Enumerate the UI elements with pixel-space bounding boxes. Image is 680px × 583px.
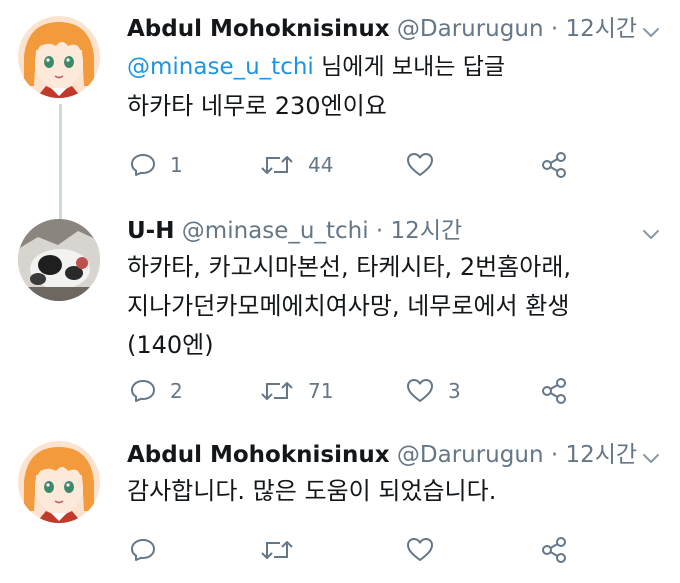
- tweet-header: Abdul Mohoknisinux @Darurugun · 12시간: [127, 440, 637, 470]
- author-name[interactable]: Abdul Mohoknisinux: [127, 442, 390, 468]
- like-button[interactable]: [406, 150, 448, 180]
- tweet-actions: 1 44: [130, 150, 600, 180]
- reply-button[interactable]: [130, 535, 170, 565]
- tweet-time[interactable]: 12시간: [391, 218, 463, 244]
- retweet-icon: [260, 152, 294, 178]
- share-button[interactable]: [540, 150, 568, 180]
- tweet-time[interactable]: 12시간: [565, 442, 637, 468]
- like-button[interactable]: 3: [406, 376, 461, 406]
- tweet[interactable]: Abdul Mohoknisinux @Darurugun · 12시간 감사합…: [0, 435, 680, 583]
- retweet-button[interactable]: 71: [260, 376, 333, 406]
- reply-mention-link[interactable]: @minase_u_tchi: [127, 54, 314, 80]
- avatar[interactable]: [18, 441, 100, 523]
- tweet-text-line: 지나가던카모메에치여사망, 네무로에서 환생: [127, 292, 570, 320]
- share-button[interactable]: [540, 376, 568, 406]
- retweet-icon: [260, 378, 294, 404]
- author-handle[interactable]: @Darurugun: [397, 442, 544, 468]
- chevron-down-icon[interactable]: [640, 22, 662, 44]
- like-button[interactable]: [406, 535, 448, 565]
- author-handle[interactable]: @Darurugun: [397, 16, 544, 42]
- tweet-text-line: (140엔): [127, 331, 214, 359]
- heart-icon: [406, 537, 434, 563]
- tweet-text-line: 하카타, 카고시마본선, 타케시타, 2번홈아래,: [127, 253, 572, 281]
- retweet-icon: [260, 537, 294, 563]
- chevron-down-icon[interactable]: [640, 224, 662, 246]
- heart-icon: [406, 378, 434, 404]
- reply-button[interactable]: 2: [130, 376, 183, 406]
- share-icon: [540, 377, 568, 405]
- retweet-count: 71: [308, 379, 334, 403]
- chevron-down-icon[interactable]: [640, 448, 662, 470]
- retweet-button[interactable]: 44: [260, 150, 333, 180]
- tweet-actions: 2 71 3: [130, 376, 600, 406]
- heart-icon: [406, 152, 434, 178]
- tweet[interactable]: U-H @minase_u_tchi · 12시간 하카타, 카고시마본선, 타…: [0, 210, 680, 435]
- retweet-count: 44: [308, 153, 334, 177]
- reply-button[interactable]: 1: [130, 150, 183, 180]
- tweet-text: 하카타 네무로 230엔이요: [127, 87, 387, 126]
- separator-dot: ·: [550, 442, 559, 468]
- separator-dot: ·: [550, 16, 559, 42]
- tweet-time[interactable]: 12시간: [565, 16, 637, 42]
- reply-count: 1: [170, 153, 183, 177]
- tweet-text: 하카타, 카고시마본선, 타케시타, 2번홈아래, 지나가던카모메에치여사망, …: [127, 248, 571, 365]
- reply-count: 2: [170, 379, 183, 403]
- author-name[interactable]: U-H: [127, 218, 174, 244]
- reply-icon: [130, 378, 156, 404]
- author-name[interactable]: Abdul Mohoknisinux: [127, 16, 390, 42]
- replying-to: @minase_u_tchi 님에게 보내는 답글: [127, 52, 505, 82]
- like-count: 3: [448, 379, 461, 403]
- tweet-header: U-H @minase_u_tchi · 12시간: [127, 216, 462, 246]
- avatar[interactable]: [18, 219, 100, 301]
- reply-icon: [130, 537, 156, 563]
- separator-dot: ·: [375, 218, 384, 244]
- tweet-text: 감사합니다. 많은 도움이 되었습니다.: [127, 472, 496, 511]
- share-icon: [540, 536, 568, 564]
- tweet-text-line: 감사합니다. 많은 도움이 되었습니다.: [127, 477, 497, 505]
- tweet[interactable]: Abdul Mohoknisinux @Darurugun · 12시간 @mi…: [0, 0, 680, 229]
- tweet-header: Abdul Mohoknisinux @Darurugun · 12시간: [127, 14, 637, 44]
- reply-label: 님에게 보내는 답글: [313, 54, 506, 80]
- share-icon: [540, 151, 568, 179]
- reply-icon: [130, 152, 156, 178]
- tweet-text-line: 하카타 네무로 230엔이요: [127, 92, 387, 120]
- tweet-actions: [130, 535, 600, 565]
- avatar[interactable]: [18, 16, 100, 98]
- share-button[interactable]: [540, 535, 568, 565]
- retweet-button[interactable]: [260, 535, 308, 565]
- author-handle[interactable]: @minase_u_tchi: [182, 218, 369, 244]
